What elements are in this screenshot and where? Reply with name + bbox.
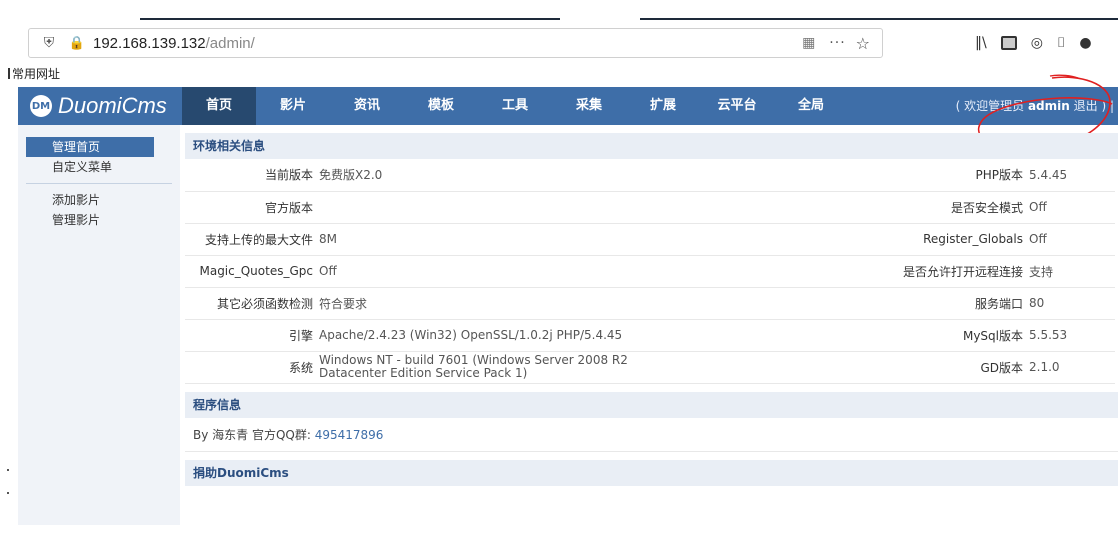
row-label: 系统: [185, 351, 317, 384]
row-label: 服务端口: [697, 287, 1027, 320]
row-label: 引擎: [185, 319, 317, 352]
nav-tab-templates[interactable]: 模板: [404, 87, 478, 125]
logo-badge: DM: [30, 95, 52, 117]
bookmark-star-icon[interactable]: ☆: [856, 34, 870, 53]
row-label: 其它必须函数检测: [185, 287, 317, 320]
nav-tab-cloud[interactable]: 云平台: [700, 87, 774, 125]
row-value: [317, 191, 697, 224]
env-section-title: 环境相关信息: [185, 133, 1118, 159]
row-value: 符合要求: [317, 287, 697, 320]
screenshot-icon[interactable]: ⌷: [1057, 35, 1065, 51]
nav-tab-collect[interactable]: 采集: [552, 87, 626, 125]
table-row: 其它必须函数检测 符合要求 服务端口 80: [185, 287, 1115, 320]
cms-header: DM DuomiCms 首页 影片 资讯 模板 工具 采集 扩展 云平台 全局 …: [18, 87, 1118, 125]
row-value: 免费版X2.0: [317, 159, 697, 192]
env-info-table: 当前版本 免费版X2.0 PHP版本 5.4.45 官方版本 是否安全模式 Of…: [185, 159, 1115, 384]
row-value: Apache/2.4.23 (Win32) OpenSSL/1.0.2j PHP…: [317, 319, 697, 352]
nav-tab-movies[interactable]: 影片: [256, 87, 330, 125]
welcome-text: ( 欢迎管理员 admin 退出 ) |: [955, 99, 1114, 113]
program-section-title: 程序信息: [185, 391, 1118, 418]
row-value: 5.5.53: [1027, 319, 1115, 352]
qq-group-number[interactable]: 495417896: [315, 428, 384, 442]
sidebar-item-manage-movies[interactable]: 管理影片: [26, 210, 154, 230]
row-label: 是否允许打开远程连接: [697, 255, 1027, 288]
row-value: 2.1.0: [1027, 351, 1115, 384]
sidebar-item-admin-home[interactable]: 管理首页: [26, 137, 154, 157]
sidebar-item-custom-menu[interactable]: 自定义菜单: [26, 157, 154, 177]
library-icon[interactable]: ‖\: [975, 35, 987, 51]
nav-tab-global[interactable]: 全局: [774, 87, 848, 125]
row-label: GD版本: [697, 351, 1027, 384]
table-row: 官方版本 是否安全模式 Off: [185, 191, 1115, 224]
tab-indicator: [640, 18, 1118, 20]
admin-username: admin: [1027, 99, 1070, 113]
row-label: PHP版本: [697, 159, 1027, 192]
row-label: Register_Globals: [697, 223, 1027, 256]
sidebar-toggle-icon[interactable]: [1000, 36, 1017, 50]
insecure-lock-icon[interactable]: 🔒: [65, 36, 89, 51]
table-row: Magic_Quotes_Gpc Off 是否允许打开远程连接 支持: [185, 255, 1115, 288]
sidebar-item-add-movie[interactable]: 添加影片: [26, 190, 154, 210]
row-label: 是否安全模式: [697, 191, 1027, 224]
logo-text: DuomiCms: [58, 93, 167, 118]
main-content: 环境相关信息 当前版本 免费版X2.0 PHP版本 5.4.45 官方版本 是否…: [185, 133, 1118, 486]
row-value: Off: [1027, 191, 1115, 224]
shield-icon[interactable]: ⛨: [37, 35, 61, 51]
url-path[interactable]: /admin/: [206, 35, 255, 52]
nav-tab-news[interactable]: 资讯: [330, 87, 404, 125]
row-value: 80: [1027, 287, 1115, 320]
row-label: 当前版本: [185, 159, 317, 192]
table-row: 当前版本 免费版X2.0 PHP版本 5.4.45: [185, 159, 1115, 192]
account-icon[interactable]: ◎: [1031, 35, 1043, 51]
donate-section-title: 捐助DuomiCms: [185, 459, 1118, 486]
row-label: Magic_Quotes_Gpc: [185, 255, 317, 288]
row-value: 8M: [317, 223, 697, 256]
qr-code-icon[interactable]: ▦: [802, 35, 815, 51]
row-label: 支持上传的最大文件: [185, 223, 317, 256]
nav-tab-home[interactable]: 首页: [182, 87, 256, 125]
sidebar: 管理首页 自定义菜单 添加影片 管理影片: [18, 125, 180, 525]
url-host[interactable]: 192.168.139.132: [93, 35, 206, 52]
nav-tab-extend[interactable]: 扩展: [626, 87, 700, 125]
row-label: MySql版本: [697, 319, 1027, 352]
program-info-row: By 海东青 官方QQ群: 495417896: [185, 418, 1118, 452]
nav-tab-tools[interactable]: 工具: [478, 87, 552, 125]
address-bar[interactable]: ⛨ 🔒 192.168.139.132 /admin/ ▦ ··· ☆: [28, 28, 883, 58]
main-nav: 首页 影片 资讯 模板 工具 采集 扩展 云平台 全局: [182, 87, 848, 125]
row-value: Off: [317, 255, 697, 288]
bookmark-item[interactable]: 常用网址: [12, 65, 60, 82]
tab-indicator: [140, 18, 560, 20]
author-text: By 海东青 官方QQ群:: [193, 427, 315, 442]
row-value: Windows NT - build 7601 (Windows Server …: [317, 351, 697, 384]
browser-tab-strip: [0, 0, 1118, 22]
logo[interactable]: DM DuomiCms: [18, 87, 180, 125]
row-value: 5.4.45: [1027, 159, 1115, 192]
table-row: 引擎 Apache/2.4.23 (Win32) OpenSSL/1.0.2j …: [185, 319, 1115, 352]
row-label: 官方版本: [185, 191, 317, 224]
divider: [26, 183, 172, 184]
table-row: 系统 Windows NT - build 7601 (Windows Serv…: [185, 351, 1115, 384]
logout-link[interactable]: 退出: [1074, 99, 1098, 113]
more-icon[interactable]: ···: [829, 35, 845, 51]
folder-icon: [8, 67, 10, 79]
row-value: Off: [1027, 223, 1115, 256]
toolbar-icons: ‖\ ◎ ⌷ ●: [975, 30, 1092, 56]
bookmarks-bar: 常用网址: [0, 64, 60, 82]
row-value: 支持: [1027, 255, 1115, 288]
chat-icon[interactable]: ●: [1079, 35, 1091, 51]
table-row: 支持上传的最大文件 8M Register_Globals Off: [185, 223, 1115, 256]
